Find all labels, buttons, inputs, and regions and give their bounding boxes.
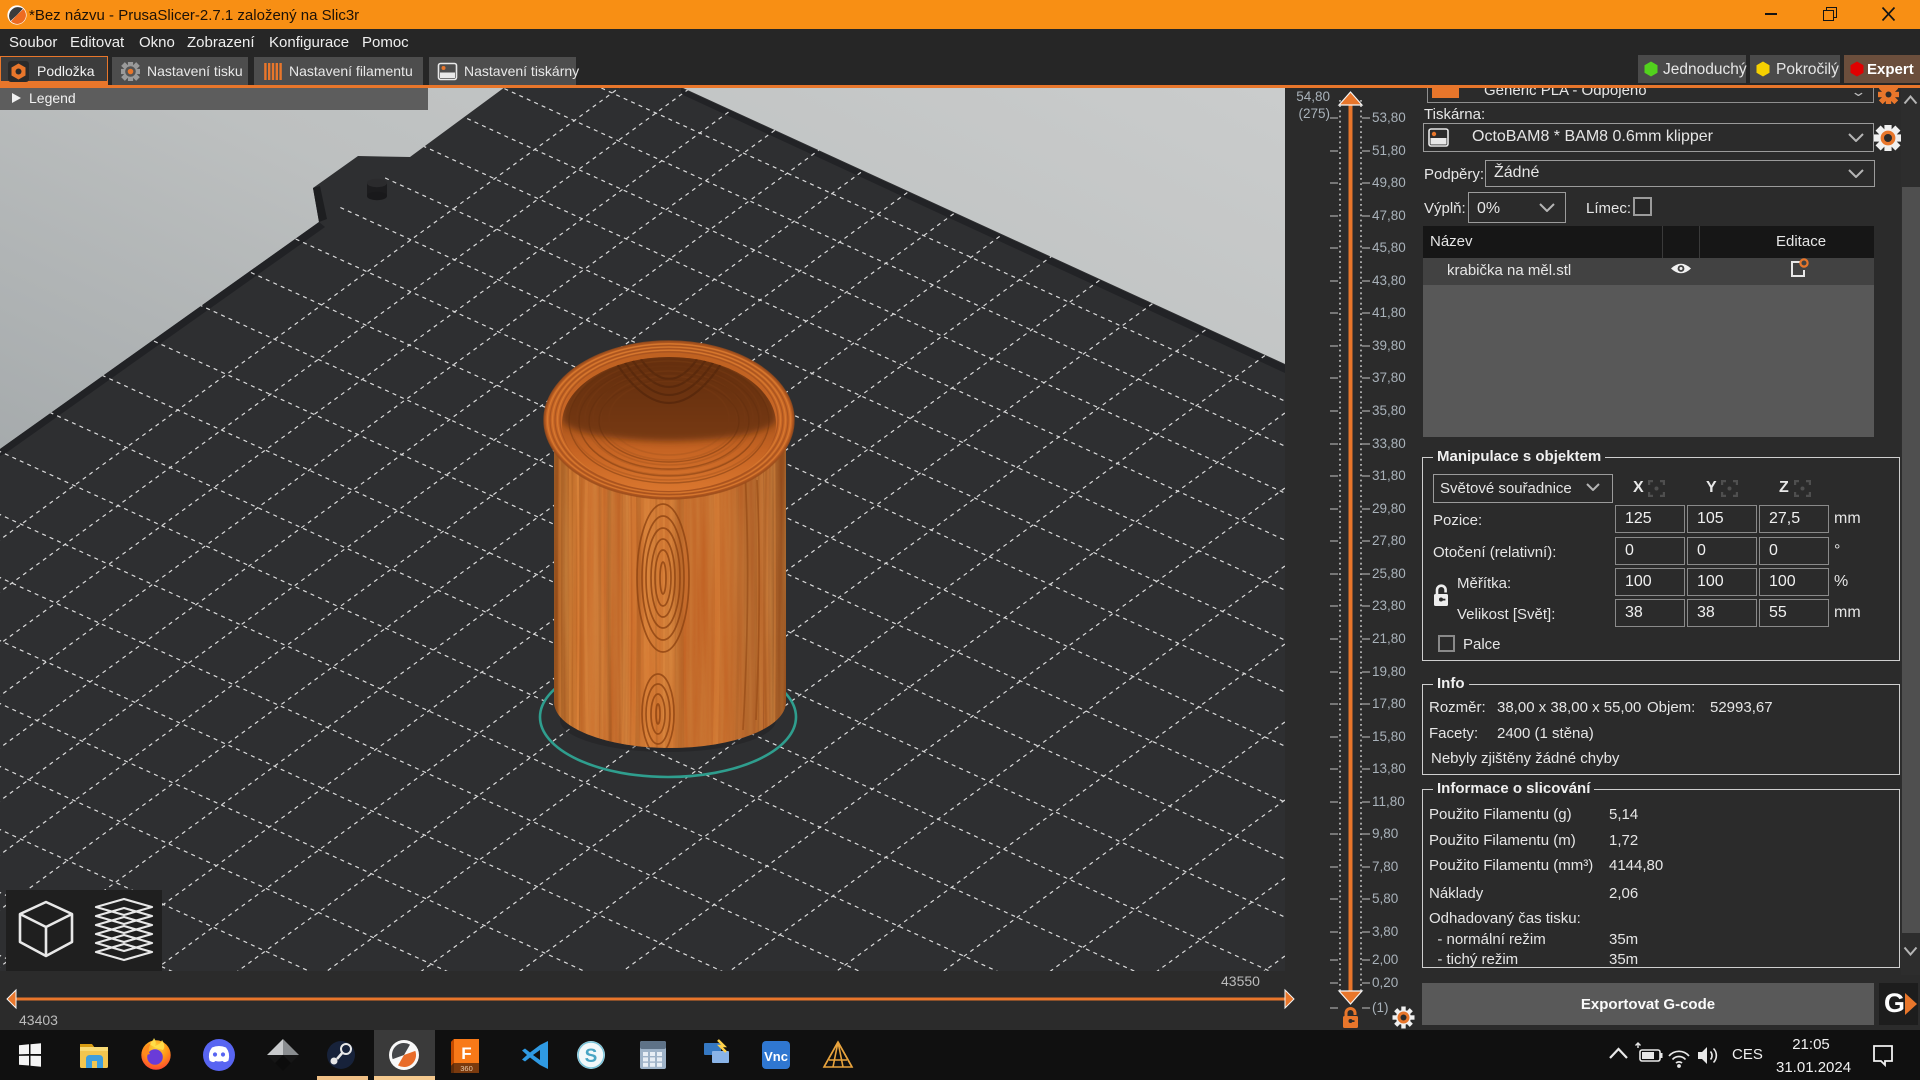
svg-text:360: 360	[460, 1064, 473, 1073]
svg-text:F: F	[461, 1044, 471, 1063]
svg-text:Vnc: Vnc	[764, 1049, 788, 1064]
svg-text:S: S	[585, 1046, 598, 1067]
